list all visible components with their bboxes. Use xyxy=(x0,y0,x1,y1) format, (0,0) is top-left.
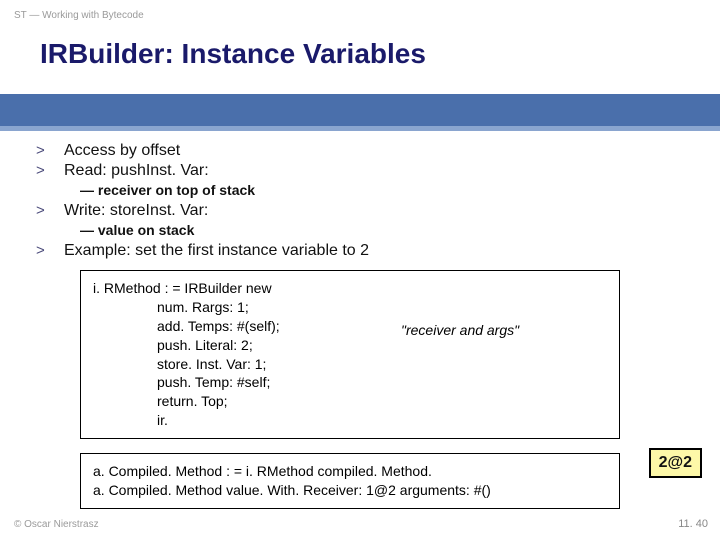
bullet-icon: > xyxy=(36,162,64,179)
code-line: i. RMethod : = IRBuilder new xyxy=(93,280,272,296)
code-line: push. Literal: 2; xyxy=(93,336,607,355)
bullet-icon: > xyxy=(36,142,64,159)
sub-item: — value on stack xyxy=(80,222,696,238)
item-text: Access by offset xyxy=(64,142,180,160)
code-line: add. Temps: #(self); xyxy=(93,317,607,336)
code-block-2: a. Compiled. Method : = i. RMethod compi… xyxy=(80,453,620,509)
bullet-icon: > xyxy=(36,202,64,219)
sub-item: — receiver on top of stack xyxy=(80,182,696,198)
item-text: Write: storeInst. Var: xyxy=(64,202,208,220)
list-item: > Example: set the first instance variab… xyxy=(36,242,696,260)
content-area: > Access by offset > Read: pushInst. Var… xyxy=(36,142,696,509)
list-item: > Access by offset xyxy=(36,142,696,160)
result-badge: 2@2 xyxy=(649,448,702,478)
page-title: IRBuilder: Instance Variables xyxy=(40,38,720,70)
code-line: num. Rargs: 1; xyxy=(93,298,607,317)
list-item: > Read: pushInst. Var: xyxy=(36,162,696,180)
code-line: a. Compiled. Method value. With. Receive… xyxy=(93,482,491,498)
code-line: push. Temp: #self; xyxy=(93,373,607,392)
code-line: ir. xyxy=(93,411,607,430)
title-underline xyxy=(0,126,720,131)
code-line: return. Top; xyxy=(93,392,607,411)
footer-copyright: © Oscar Nierstrasz xyxy=(14,519,99,530)
list-item: > Write: storeInst. Var: xyxy=(36,202,696,220)
code-annotation: "receiver and args" xyxy=(401,321,519,340)
title-bar xyxy=(0,94,720,126)
header-label: ST — Working with Bytecode xyxy=(14,10,144,21)
title-wrap: IRBuilder: Instance Variables xyxy=(0,38,720,70)
bullet-icon: > xyxy=(36,242,64,259)
footer-page-number: 11. 40 xyxy=(678,518,708,530)
item-text: Example: set the first instance variable… xyxy=(64,242,369,260)
code-line: store. Inst. Var: 1; xyxy=(93,355,607,374)
code-line: a. Compiled. Method : = i. RMethod compi… xyxy=(93,463,432,479)
item-text: Read: pushInst. Var: xyxy=(64,162,209,180)
code-block-1: i. RMethod : = IRBuilder new num. Rargs:… xyxy=(80,270,620,439)
